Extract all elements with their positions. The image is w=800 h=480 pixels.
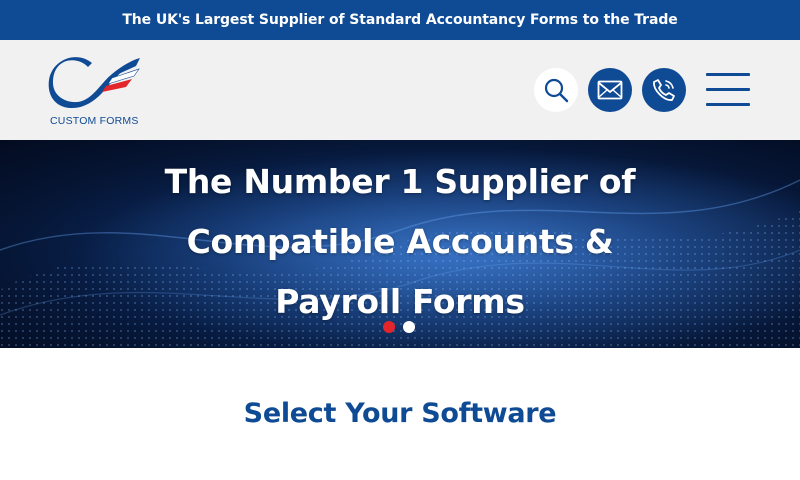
carousel-dot[interactable] [403, 321, 415, 333]
carousel-pagination [383, 321, 423, 333]
announcement-bar: The UK's Largest Supplier of Standard Ac… [0, 0, 800, 40]
mail-icon [597, 80, 623, 100]
search-icon [544, 78, 569, 103]
phone-icon [653, 79, 675, 101]
menu-bar-line [706, 103, 750, 106]
hero-banner[interactable]: The Number 1 Supplier of Compatible Acco… [0, 140, 800, 348]
custom-forms-logo[interactable]: CUSTOM FORMS [48, 54, 144, 128]
hero-title-line: The Number 1 Supplier of [164, 162, 636, 201]
hamburger-menu-icon[interactable] [704, 72, 752, 108]
logo-mark-icon [48, 57, 140, 109]
hero-title: The Number 1 Supplier of Compatible Acco… [100, 152, 700, 332]
menu-bar-line [706, 73, 750, 76]
email-button[interactable] [588, 68, 632, 112]
menu-bar-line [706, 88, 750, 91]
phone-button[interactable] [642, 68, 686, 112]
section-title: Select Your Software [243, 398, 557, 429]
logo-text: CUSTOM FORMS [50, 115, 139, 127]
site-header: CUSTOM FORMS [0, 40, 800, 140]
carousel-dot-active[interactable] [383, 321, 395, 333]
hero-title-line: Compatible Accounts & [186, 222, 614, 261]
search-button[interactable] [534, 68, 578, 112]
announcement-text: The UK's Largest Supplier of Standard Ac… [122, 12, 678, 28]
